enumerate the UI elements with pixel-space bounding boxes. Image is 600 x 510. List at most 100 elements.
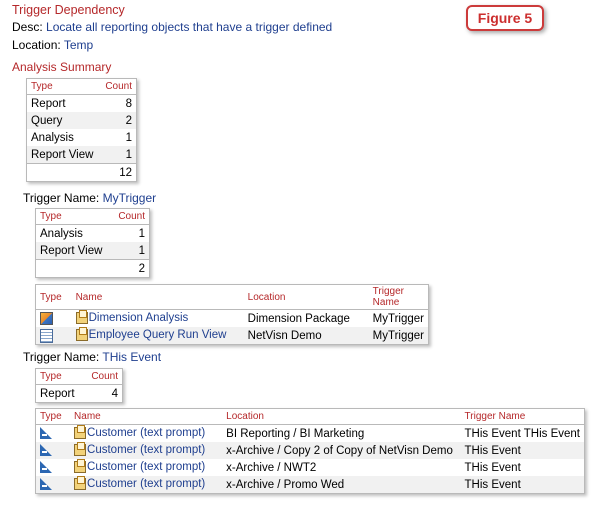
object-name[interactable]: Customer (text prompt): [87, 462, 205, 474]
table-row: Customer (text prompt) x-Archive / Copy …: [36, 442, 584, 459]
row-count: 1: [111, 242, 149, 260]
table-row: Analysis 1: [36, 225, 149, 243]
row-count: 4: [111, 387, 118, 400]
col-header-location: Location: [222, 409, 461, 425]
object-name[interactable]: Dimension Analysis: [89, 313, 189, 325]
table-row: Customer (text prompt) x-Archive / Promo…: [36, 476, 584, 493]
object-location: BI Reporting / BI Marketing: [226, 427, 365, 440]
row-type: Analysis: [40, 227, 83, 240]
col-header-count: Count: [83, 369, 122, 385]
row-type: Query: [27, 112, 101, 129]
trigger-name-heading: Trigger Name: THis Event: [23, 350, 161, 364]
col-header-type: Type: [36, 409, 71, 425]
table-row: Customer (text prompt) x-Archive / NWT2 …: [36, 459, 584, 476]
shortcut-icon: [75, 327, 88, 342]
summary-heading: Analysis Summary: [12, 60, 112, 74]
figure-badge: Figure 5: [466, 5, 544, 31]
object-name[interactable]: Customer (text prompt): [87, 445, 205, 457]
col-header-count: Count: [111, 209, 149, 225]
object-link[interactable]: Dimension Analysis: [72, 310, 244, 328]
table-row: Dimension Analysis Dimension Package MyT…: [36, 310, 428, 328]
trigger1-count-table: Type Count Analysis 1 Report View 1 2: [35, 208, 150, 278]
object-location: x-Archive / NWT2: [226, 461, 317, 474]
location-value: Temp: [63, 38, 94, 52]
total-count: 12: [100, 163, 136, 181]
table-row: Analysis 1: [27, 129, 136, 146]
col-header-type: Type: [36, 369, 84, 385]
trigger2-count-table: Type Count Report 4: [35, 368, 123, 403]
object-name[interactable]: Customer (text prompt): [87, 479, 205, 491]
col-header-type: Type: [27, 79, 101, 95]
object-trigger: THis Event THis Event: [464, 427, 580, 440]
col-header-trigger-name: Trigger Name: [368, 285, 428, 310]
row-count: 2: [100, 112, 136, 129]
object-link[interactable]: Customer (text prompt): [70, 476, 223, 493]
object-trigger: MyTrigger: [372, 312, 424, 325]
trigger2-detail-table: Type Name Location Trigger Name Customer…: [35, 408, 585, 494]
table-row: Report 4: [36, 385, 122, 403]
report-triangle-icon: [40, 444, 52, 457]
object-location: x-Archive / Copy 2 of Copy of NetVisn De…: [222, 442, 461, 459]
table-row: Report View 1: [27, 146, 136, 164]
report-view-icon: [40, 328, 53, 343]
desc-label: Desc:: [12, 20, 43, 34]
object-link[interactable]: Customer (text prompt): [70, 442, 223, 459]
table-row: Customer (text prompt) BI Reporting / BI…: [36, 425, 584, 443]
shortcut-icon: [74, 459, 87, 474]
shortcut-icon: [74, 476, 87, 491]
cube-icon: [40, 312, 53, 325]
table-row: Employee Query Run View NetVisn Demo MyT…: [36, 327, 428, 344]
col-header-type: Type: [36, 285, 72, 310]
table-row: Report View 1: [36, 242, 149, 260]
object-link[interactable]: Employee Query Run View: [71, 327, 244, 344]
total-count: 2: [111, 259, 149, 277]
trigger-name-heading: Trigger Name: MyTrigger: [23, 191, 156, 205]
location-line: Location: Temp: [12, 38, 93, 52]
table-row: Report 8: [27, 95, 136, 113]
object-name[interactable]: Employee Query Run View: [89, 330, 227, 342]
row-count: 1: [100, 146, 136, 164]
col-header-count: Count: [100, 79, 136, 95]
page-title: Trigger Dependency: [12, 3, 125, 17]
col-header-name: Name: [71, 285, 244, 310]
trigger-name-value: THis Event: [102, 350, 162, 364]
total-row: 2: [36, 259, 149, 277]
trigger1-detail-table: Type Name Location Trigger Name Dimensio…: [35, 284, 429, 345]
row-type: Report: [40, 387, 75, 400]
col-header-location: Location: [243, 285, 369, 310]
col-header-trigger-name: Trigger Name: [460, 409, 584, 425]
row-count: 1: [138, 227, 145, 240]
object-trigger: THis Event: [460, 442, 584, 459]
object-trigger: THis Event: [460, 476, 584, 493]
row-type: Analysis: [31, 131, 74, 144]
col-header-type: Type: [36, 209, 112, 225]
row-type: Report View: [27, 146, 101, 164]
trigger-name-value: MyTrigger: [102, 191, 157, 205]
col-header-name: Name: [70, 409, 223, 425]
row-type: Report View: [36, 242, 112, 260]
report-triangle-icon: [40, 478, 52, 491]
row-count: 1: [125, 131, 132, 144]
object-location: Dimension Package: [247, 312, 350, 325]
report-triangle-icon: [40, 461, 52, 474]
object-trigger: MyTrigger: [368, 327, 428, 344]
shortcut-icon: [75, 310, 88, 325]
shortcut-icon: [74, 442, 87, 457]
object-trigger: THis Event: [464, 461, 521, 474]
location-label: Location:: [12, 38, 61, 52]
summary-table: Type Count Report 8 Query 2 Analysis 1 R…: [26, 78, 137, 182]
object-location: x-Archive / Promo Wed: [222, 476, 461, 493]
object-name[interactable]: Customer (text prompt): [87, 428, 205, 440]
shortcut-icon: [74, 425, 87, 440]
table-row: Query 2: [27, 112, 136, 129]
row-type: Report: [31, 97, 66, 110]
trigger-name-label: Trigger Name:: [23, 191, 100, 205]
trigger-name-label: Trigger Name:: [23, 350, 100, 364]
total-row: 12: [27, 163, 136, 181]
object-link[interactable]: Customer (text prompt): [70, 425, 222, 443]
description-line: Desc: Locate all reporting objects that …: [12, 20, 332, 34]
row-count: 8: [125, 97, 132, 110]
report-triangle-icon: [40, 427, 52, 440]
object-link[interactable]: Customer (text prompt): [70, 459, 222, 476]
desc-value: Locate all reporting objects that have a…: [46, 20, 333, 34]
